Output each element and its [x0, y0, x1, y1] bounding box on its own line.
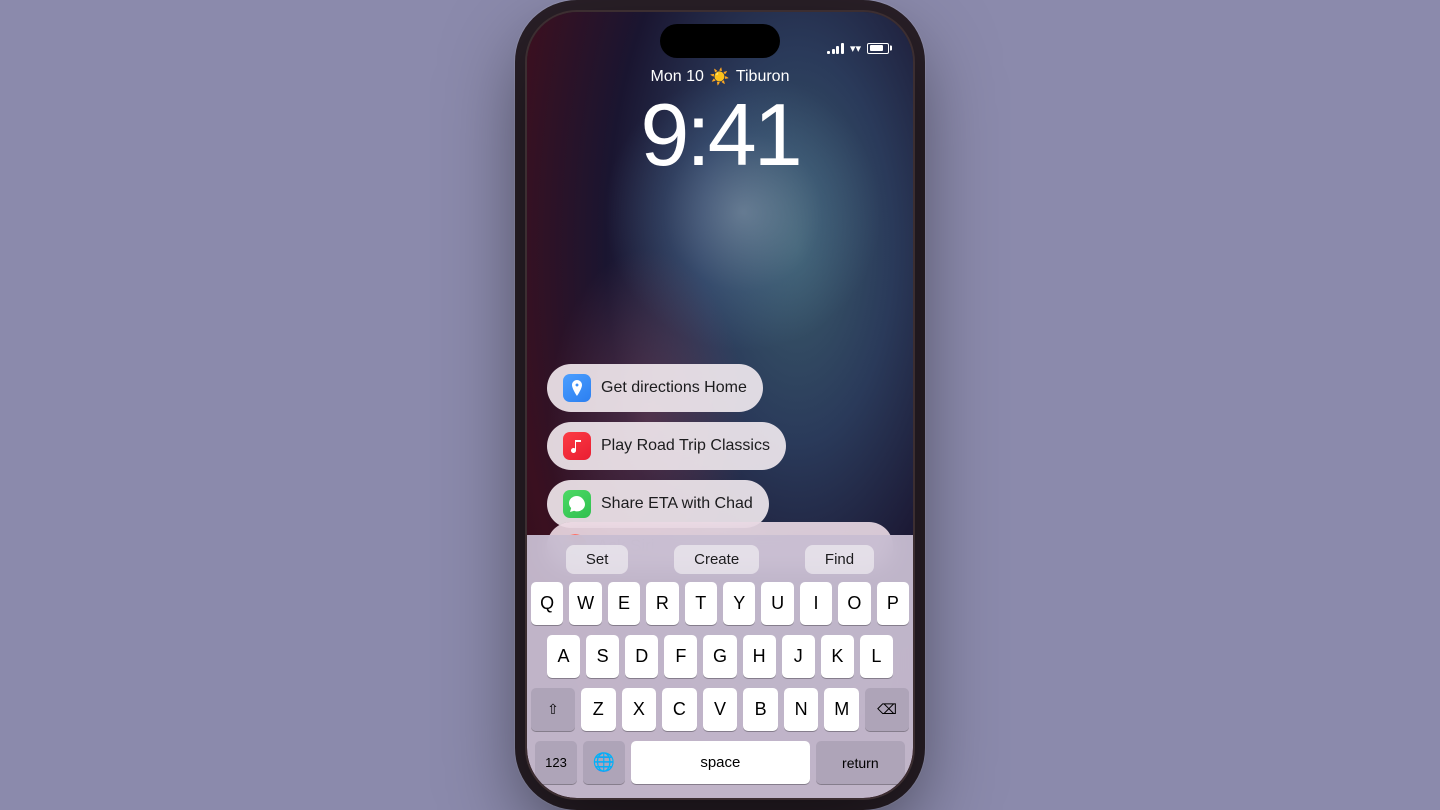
key-row-2: A S D F G H J K L	[531, 635, 909, 678]
siri-suggestions: Get directions Home Play Road Trip Class…	[547, 364, 893, 528]
key-g[interactable]: G	[703, 635, 736, 678]
date-weather: Mon 10 ☀️ Tiburon	[651, 67, 790, 87]
key-z[interactable]: Z	[581, 688, 616, 731]
directions-label: Get directions Home	[601, 379, 747, 397]
key-w[interactable]: W	[569, 582, 601, 625]
key-o[interactable]: O	[838, 582, 870, 625]
numbers-key[interactable]: 123	[535, 741, 577, 784]
status-icons: ▾▾	[827, 42, 889, 55]
location-text: Tiburon	[736, 68, 790, 86]
maps-app-icon	[563, 374, 591, 402]
date-text: Mon 10	[651, 68, 704, 86]
key-x[interactable]: X	[622, 688, 657, 731]
keyboard-area: Set Create Find Q W E R T Y U I O P	[527, 535, 913, 798]
key-row-4: 123 🌐 space return	[531, 741, 909, 784]
weather-icon: ☀️	[710, 67, 730, 87]
music-label: Play Road Trip Classics	[601, 437, 770, 455]
key-l[interactable]: L	[860, 635, 893, 678]
key-f[interactable]: F	[664, 635, 697, 678]
key-row-1: Q W E R T Y U I O P	[531, 582, 909, 625]
quick-action-set[interactable]: Set	[566, 545, 629, 574]
key-d[interactable]: D	[625, 635, 658, 678]
signal-icon	[827, 42, 844, 54]
phone-container: ▾▾ Mon 10 ☀️ Tiburon 9:41	[515, 0, 925, 810]
key-y[interactable]: Y	[723, 582, 755, 625]
key-m[interactable]: M	[824, 688, 859, 731]
key-c[interactable]: C	[662, 688, 697, 731]
key-t[interactable]: T	[685, 582, 717, 625]
key-a[interactable]: A	[547, 635, 580, 678]
return-key[interactable]: return	[816, 741, 905, 784]
keyboard-rows: Q W E R T Y U I O P A S D F G	[527, 582, 913, 784]
phone-frame: ▾▾ Mon 10 ☀️ Tiburon 9:41	[525, 10, 915, 800]
space-key[interactable]: space	[631, 741, 810, 784]
key-q[interactable]: Q	[531, 582, 563, 625]
time-display: 9:41	[640, 91, 799, 179]
shift-key[interactable]: ⇧	[531, 688, 575, 731]
messages-app-icon	[563, 490, 591, 518]
delete-key[interactable]: ⌫	[865, 688, 909, 731]
key-u[interactable]: U	[761, 582, 793, 625]
suggestion-music[interactable]: Play Road Trip Classics	[547, 422, 786, 470]
music-app-icon	[563, 432, 591, 460]
quick-actions-bar: Set Create Find	[527, 535, 913, 582]
key-e[interactable]: E	[608, 582, 640, 625]
quick-action-create[interactable]: Create	[674, 545, 759, 574]
wifi-icon: ▾▾	[850, 42, 861, 55]
suggestion-share-eta[interactable]: Share ETA with Chad	[547, 480, 769, 528]
key-b[interactable]: B	[743, 688, 778, 731]
battery-icon	[867, 43, 889, 54]
quick-action-find[interactable]: Find	[805, 545, 874, 574]
key-s[interactable]: S	[586, 635, 619, 678]
dynamic-island	[660, 24, 780, 58]
key-row-3: ⇧ Z X C V B N M ⌫	[531, 688, 909, 731]
key-p[interactable]: P	[877, 582, 909, 625]
clock-area: Mon 10 ☀️ Tiburon 9:41	[527, 67, 913, 179]
key-i[interactable]: I	[800, 582, 832, 625]
key-r[interactable]: R	[646, 582, 678, 625]
key-n[interactable]: N	[784, 688, 819, 731]
share-eta-label: Share ETA with Chad	[601, 495, 753, 513]
key-v[interactable]: V	[703, 688, 738, 731]
key-j[interactable]: J	[782, 635, 815, 678]
key-k[interactable]: K	[821, 635, 854, 678]
key-h[interactable]: H	[743, 635, 776, 678]
emoji-key[interactable]: 🌐	[583, 741, 625, 784]
suggestion-directions[interactable]: Get directions Home	[547, 364, 763, 412]
